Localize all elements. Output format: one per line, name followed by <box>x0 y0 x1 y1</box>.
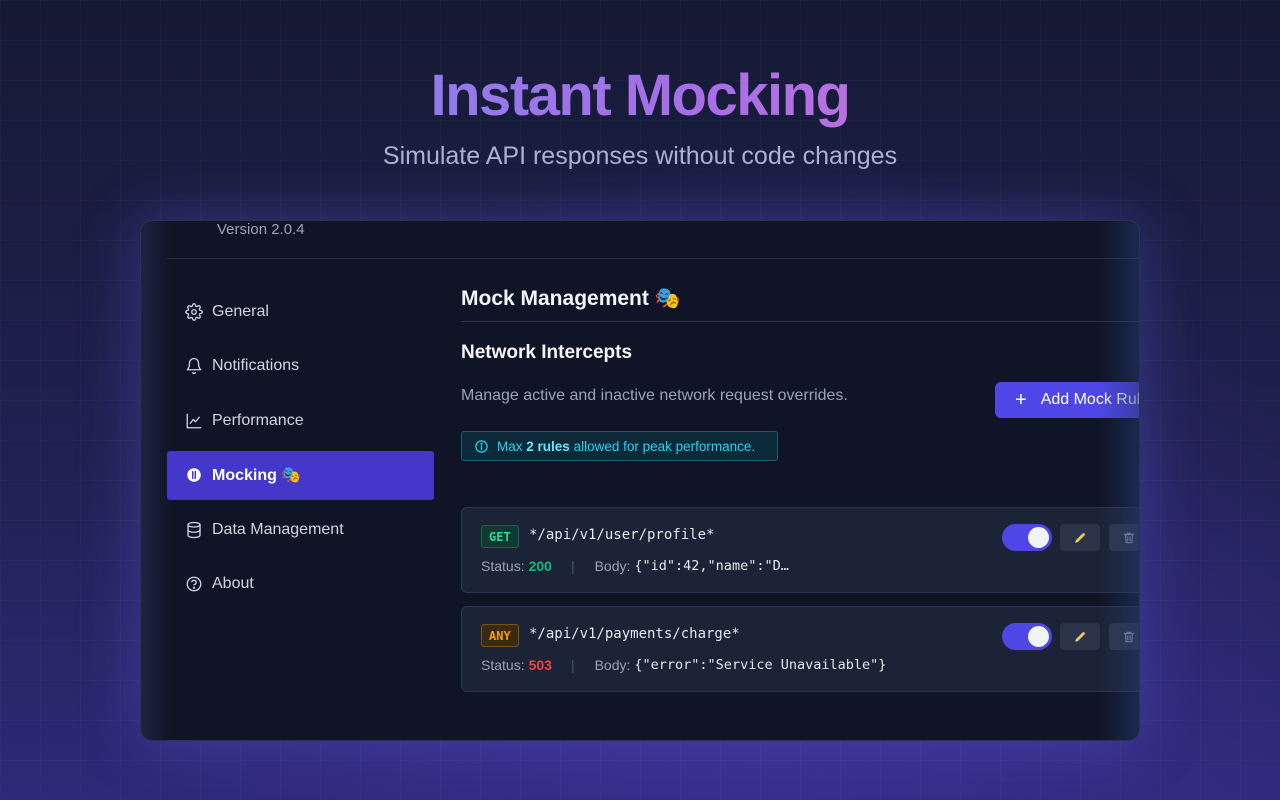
sidebar-item-label: Mocking 🎭 <box>212 467 302 484</box>
sidebar-item-notifications[interactable]: Notifications <box>167 342 434 391</box>
sidebar-item-label: Notifications <box>212 357 300 374</box>
version-label: Version 2.0.4 <box>217 221 305 238</box>
rule-url: */api/v1/payments/charge* <box>529 626 740 642</box>
info-prefix: Max <box>497 438 523 454</box>
body-value: {"id":42,"name":"D… <box>634 558 789 574</box>
delete-rule-button[interactable] <box>1109 623 1139 650</box>
info-icon <box>474 439 489 454</box>
mocking-icon <box>185 466 203 484</box>
status-code: 503 <box>528 657 552 673</box>
pencil-icon <box>1073 531 1087 545</box>
sidebar-item-mocking[interactable]: Mocking 🎭 <box>167 450 434 500</box>
hero-subtitle: Simulate API responses without code chan… <box>382 142 898 170</box>
rule-enabled-toggle[interactable] <box>1002 524 1052 551</box>
sidebar-item-about[interactable]: About <box>167 560 434 609</box>
trash-icon <box>1122 630 1136 644</box>
method-badge: GET <box>481 525 519 548</box>
hero-title: Instant Mocking <box>0 62 1280 129</box>
edit-rule-button[interactable] <box>1060 623 1100 650</box>
separator: | <box>570 657 575 673</box>
rule-meta: Status: 200 | Body: {"id":42,"name":"D… <box>481 558 789 574</box>
method-badge: ANY <box>481 624 519 647</box>
info-highlight: 2 rules <box>526 438 570 454</box>
body-label: Body: <box>594 657 631 673</box>
info-suffix: allowed for peak performance. <box>573 438 756 454</box>
toggle-knob <box>1028 527 1049 548</box>
edit-rule-button[interactable] <box>1060 524 1100 551</box>
main-content: Mock Management 🎭 Network Intercepts Man… <box>461 221 1139 740</box>
add-mock-rule-label: Add Mock Rule <box>1040 391 1140 408</box>
pencil-icon <box>1073 630 1087 644</box>
plus-icon: + <box>1015 389 1027 411</box>
sidebar-item-performance[interactable]: Performance <box>167 396 434 445</box>
rule-meta: Status: 503 | Body: {"error":"Service Un… <box>481 657 886 673</box>
separator: | <box>570 558 575 574</box>
trash-icon <box>1122 531 1136 545</box>
mock-rule-card: GET */api/v1/user/profile* Status: 200 |… <box>461 507 1139 593</box>
body-value: {"error":"Service Unavailable"} <box>634 657 887 673</box>
toggle-knob <box>1028 626 1049 647</box>
sidebar-item-label: General <box>212 302 269 320</box>
status-label: Status: <box>481 558 525 574</box>
line-chart-icon <box>185 412 203 430</box>
database-icon <box>185 521 203 539</box>
status-code: 200 <box>528 558 552 574</box>
info-banner: Max 2 rules allowed for peak performance… <box>461 431 778 461</box>
delete-rule-button[interactable] <box>1109 524 1139 551</box>
sidebar-item-label: Data Management <box>212 520 344 538</box>
add-mock-rule-button[interactable]: + Add Mock Rule <box>995 382 1140 418</box>
section-title: Network Intercepts <box>461 342 633 363</box>
rule-url: */api/v1/user/profile* <box>529 527 715 543</box>
sidebar-item-general[interactable]: General <box>167 287 434 336</box>
section-description: Manage active and inactive network reque… <box>461 387 848 404</box>
status-label: Status: <box>481 657 525 673</box>
body-label: Body: <box>594 558 631 574</box>
sidebar-item-label: Performance <box>212 411 304 429</box>
gear-icon <box>185 302 203 321</box>
help-circle-icon <box>185 575 203 593</box>
settings-window: Version 2.0.4 General Notifications Perf… <box>140 220 1140 741</box>
rule-enabled-toggle[interactable] <box>1002 623 1052 650</box>
divider <box>461 321 1139 322</box>
sidebar-item-label: About <box>212 575 254 592</box>
sidebar-item-data-management[interactable]: Data Management <box>167 505 434 554</box>
mock-rule-card: ANY */api/v1/payments/charge* Status: 50… <box>461 606 1139 692</box>
page-title: Mock Management 🎭 <box>461 287 681 310</box>
bell-icon <box>185 357 203 375</box>
sidebar: General Notifications Performance Mockin… <box>167 287 434 614</box>
